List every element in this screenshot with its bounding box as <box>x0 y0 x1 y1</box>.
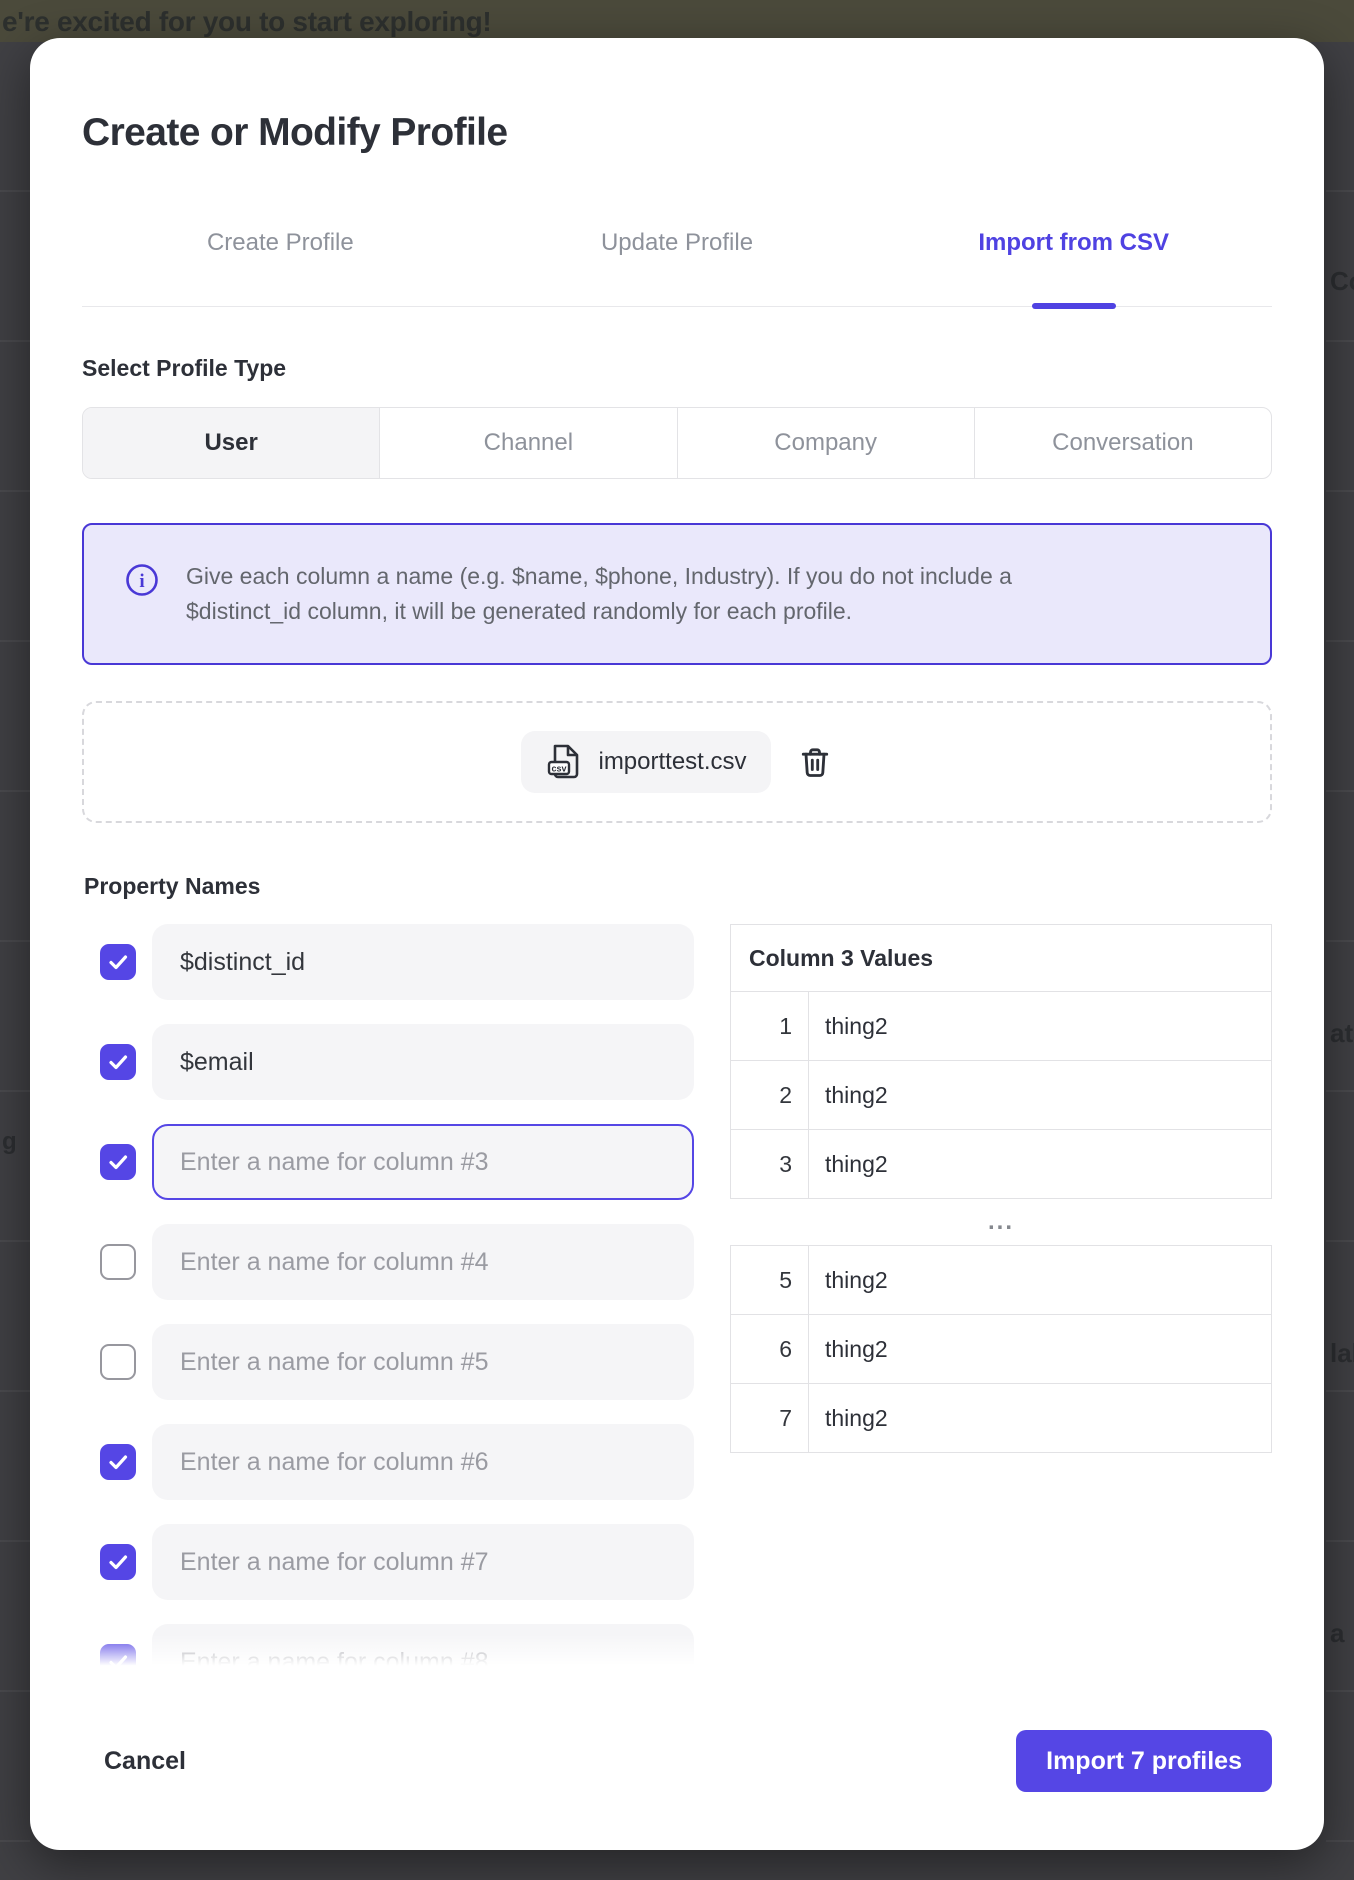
preview-row: 2thing2 <box>731 1061 1271 1130</box>
mapping-section: Column 3 Values 1thing22thing23thing2 ..… <box>82 924 1272 1670</box>
property-row-1 <box>82 924 694 1000</box>
column-1-name-input[interactable] <box>152 924 694 1000</box>
delete-file-button[interactable] <box>797 744 833 780</box>
tab-import-from-csv[interactable]: Import from CSV <box>875 228 1272 306</box>
preview-row-index: 2 <box>731 1061 809 1129</box>
import-profiles-button[interactable]: Import 7 profiles <box>1016 1730 1272 1792</box>
column-6-name-input[interactable] <box>152 1424 694 1500</box>
preview-ellipsis: ... <box>730 1199 1272 1245</box>
column-2-name-input[interactable] <box>152 1024 694 1100</box>
check-icon <box>106 950 130 974</box>
import-profile-modal: Create or Modify Profile Create ProfileU… <box>30 38 1324 1850</box>
check-icon <box>106 1650 130 1670</box>
backdrop-text-fragment: ata <box>1330 1018 1354 1049</box>
column-6-checkbox[interactable] <box>100 1444 136 1480</box>
property-name-rows <box>82 924 694 1670</box>
uploaded-file-name: importtest.csv <box>598 748 746 776</box>
preview-row-index: 5 <box>731 1246 809 1314</box>
preview-row: 5thing2 <box>731 1246 1271 1315</box>
property-row-6 <box>82 1424 694 1500</box>
column-1-checkbox[interactable] <box>100 944 136 980</box>
profile-type-channel[interactable]: Channel <box>380 408 677 478</box>
check-icon <box>106 1550 130 1574</box>
column-8-checkbox[interactable] <box>100 1644 136 1670</box>
property-row-8 <box>82 1624 694 1670</box>
property-names-label: Property Names <box>84 873 1272 900</box>
profile-type-user[interactable]: User <box>83 408 380 478</box>
backdrop-text-fragment: Col <box>1330 266 1354 297</box>
preview-row: 7thing2 <box>731 1384 1271 1452</box>
svg-text:csv: csv <box>552 764 567 774</box>
preview-row-value: thing2 <box>809 1130 888 1198</box>
preview-row-value: thing2 <box>809 1246 888 1314</box>
column-7-checkbox[interactable] <box>100 1544 136 1580</box>
property-row-3 <box>82 1124 694 1200</box>
preview-row-index: 6 <box>731 1315 809 1383</box>
preview-row-value: thing2 <box>809 1315 888 1383</box>
trash-icon <box>797 744 833 780</box>
preview-row: 6thing2 <box>731 1315 1271 1384</box>
backdrop-text-fragment: a <box>1330 1618 1344 1649</box>
column-4-checkbox[interactable] <box>100 1244 136 1280</box>
property-row-2 <box>82 1024 694 1100</box>
preview-row: 1thing2 <box>731 992 1271 1061</box>
preview-row-index: 7 <box>731 1384 809 1452</box>
preview-row-value: thing2 <box>809 1061 888 1129</box>
backdrop-text-fragment: lab <box>1330 1338 1354 1369</box>
property-row-7 <box>82 1524 694 1600</box>
background-left-margin <box>0 42 30 1880</box>
tab-create-profile[interactable]: Create Profile <box>82 228 479 306</box>
uploaded-file-chip: csv importtest.csv <box>521 731 770 793</box>
check-icon <box>106 1450 130 1474</box>
column-2-checkbox[interactable] <box>100 1044 136 1080</box>
dimmed-background-banner: e're excited for you to start exploring! <box>0 0 1354 42</box>
background-right-margin <box>1326 42 1354 1880</box>
profile-type-conversation[interactable]: Conversation <box>975 408 1271 478</box>
preview-table-bottom: 5thing26thing27thing2 <box>730 1245 1272 1453</box>
column-preview: Column 3 Values 1thing22thing23thing2 ..… <box>730 924 1272 1453</box>
preview-row: 3thing2 <box>731 1130 1271 1198</box>
svg-text:i: i <box>139 571 144 592</box>
column-5-name-input[interactable] <box>152 1324 694 1400</box>
profile-type-segmented-control: UserChannelCompanyConversation <box>82 407 1272 479</box>
property-row-5 <box>82 1324 694 1400</box>
cancel-button[interactable]: Cancel <box>104 1737 186 1786</box>
modal-footer: Cancel Import 7 profiles <box>82 1730 1272 1792</box>
info-note-text: Give each column a name (e.g. $name, $ph… <box>186 559 1121 629</box>
preview-row-index: 1 <box>731 992 809 1060</box>
column-3-checkbox[interactable] <box>100 1144 136 1180</box>
preview-row-index: 3 <box>731 1130 809 1198</box>
select-profile-type-label: Select Profile Type <box>82 355 1272 382</box>
modal-title: Create or Modify Profile <box>82 108 1272 158</box>
check-icon <box>106 1150 130 1174</box>
preview-table-header: Column 3 Values <box>731 925 1271 992</box>
column-5-checkbox[interactable] <box>100 1344 136 1380</box>
property-row-4 <box>82 1224 694 1300</box>
preview-row-value: thing2 <box>809 1384 888 1452</box>
preview-row-value: thing2 <box>809 992 888 1060</box>
backdrop-text-fragment: g <box>2 1128 17 1156</box>
background-banner-text: e're excited for you to start exploring! <box>2 6 491 38</box>
info-note: i Give each column a name (e.g. $name, $… <box>82 523 1272 665</box>
column-8-name-input[interactable] <box>152 1624 694 1670</box>
profile-type-company[interactable]: Company <box>678 408 975 478</box>
preview-table-top: Column 3 Values 1thing22thing23thing2 <box>730 924 1272 1199</box>
info-icon: i <box>124 562 160 603</box>
column-7-name-input[interactable] <box>152 1524 694 1600</box>
column-4-name-input[interactable] <box>152 1224 694 1300</box>
csv-file-icon: csv <box>545 742 585 782</box>
tab-bar: Create ProfileUpdate ProfileImport from … <box>82 228 1272 307</box>
column-3-name-input[interactable] <box>152 1124 694 1200</box>
csv-dropzone[interactable]: csv importtest.csv <box>82 701 1272 823</box>
tab-update-profile[interactable]: Update Profile <box>479 228 876 306</box>
check-icon <box>106 1050 130 1074</box>
